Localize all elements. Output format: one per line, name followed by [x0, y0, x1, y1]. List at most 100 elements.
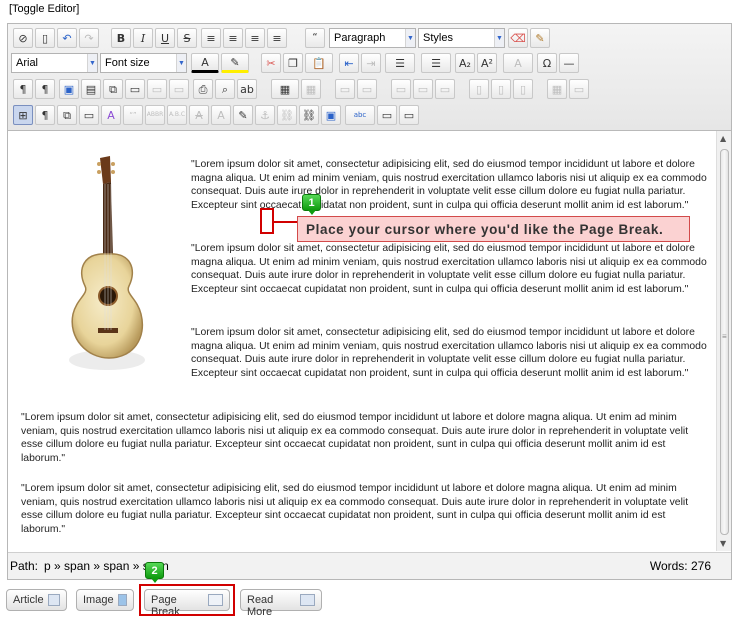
image-insert-icon[interactable]: ▣ — [321, 105, 341, 125]
toggle-editor-link[interactable]: [Toggle Editor] — [9, 3, 79, 15]
insert-row-after-icon[interactable]: ▭ — [413, 79, 433, 99]
delete-row-icon[interactable]: ▭ — [435, 79, 455, 99]
read-more-button[interactable]: Read More — [240, 589, 322, 618]
cite-icon[interactable]: “” — [123, 105, 143, 125]
styles-aa-icon[interactable]: A — [101, 105, 121, 125]
delete-col-icon[interactable]: ▯ — [513, 79, 533, 99]
align-center-icon[interactable]: ≡ — [223, 28, 243, 48]
redo-icon[interactable]: ↷ — [79, 28, 99, 48]
page-break-highlight — [139, 584, 235, 616]
copy-icon[interactable]: ❐ — [283, 53, 303, 73]
scroll-up-icon[interactable]: ▲ — [720, 134, 726, 143]
align-right-icon[interactable]: ≡ — [267, 28, 287, 48]
disabled-style-icon[interactable]: A — [503, 53, 533, 73]
visual-aid-icon[interactable]: ⊞ — [13, 105, 33, 125]
font-size-value: Font size — [105, 57, 150, 69]
rich-text-editor: ⊘ ▯ ↶ ↷ B I U S ≡ ≡ ≡ ≡ “ Paragraph ▼ St… — [7, 23, 732, 580]
cursor-highlight — [260, 208, 274, 234]
italic-button[interactable]: I — [133, 28, 153, 48]
attribs-icon[interactable]: ✎ — [233, 105, 253, 125]
fullscreen-icon[interactable]: ▣ — [59, 79, 79, 99]
anchor-icon[interactable]: ⚓ — [255, 105, 275, 125]
format-select[interactable]: Paragraph ▼ — [329, 28, 416, 48]
highlight-color-icon[interactable]: ✎ — [221, 53, 249, 73]
subscript-button[interactable]: A₂ — [455, 53, 475, 73]
scroll-thumb[interactable]: ≡ — [720, 149, 729, 535]
new-document-icon[interactable]: ⊘ — [13, 28, 33, 48]
guitar-icon — [69, 156, 145, 370]
eraser-icon[interactable]: ⌫ — [508, 28, 528, 48]
article-button-label: Article — [13, 594, 44, 606]
bold-button[interactable]: B — [111, 28, 131, 48]
template-icon[interactable]: ⧉ — [103, 79, 123, 99]
read-more-toolbar-icon[interactable]: ▭ — [399, 105, 419, 125]
row-props-icon[interactable]: ▭ — [335, 79, 355, 99]
spellcheck-button[interactable]: abc — [345, 105, 375, 125]
absolute-position-icon[interactable]: ▭ — [79, 105, 99, 125]
font-family-select[interactable]: Arial ▼ — [11, 53, 98, 73]
editor-content[interactable]: "Lorem ipsum dolor sit amet, consectetur… — [8, 131, 716, 551]
page-break-toolbar-icon[interactable]: ▭ — [377, 105, 397, 125]
image-button-label: Image — [83, 594, 114, 606]
show-blocks-icon[interactable]: ¶ — [35, 105, 55, 125]
indent-icon[interactable]: ⇥ — [361, 53, 381, 73]
blockquote-button[interactable]: “ — [305, 28, 325, 48]
find-icon[interactable]: ⌕ — [215, 79, 235, 99]
paragraph-3: "Lorem ipsum dolor sit amet, consectetur… — [191, 327, 707, 379]
link-icon[interactable]: ⛓ — [299, 105, 319, 125]
del-icon[interactable]: A — [189, 105, 209, 125]
read-more-icon — [300, 594, 315, 606]
table-delete-icon[interactable]: ▦ — [301, 79, 321, 99]
chevron-down-icon: ▼ — [405, 29, 415, 47]
disabled-doc-icon[interactable]: ▭ — [147, 79, 167, 99]
insert-col-after-icon[interactable]: ▯ — [491, 79, 511, 99]
cleanup-brush-icon[interactable]: ✎ — [530, 28, 550, 48]
article-icon — [47, 594, 60, 606]
scroll-down-icon[interactable]: ▼ — [720, 539, 726, 548]
align-left-icon[interactable]: ≡ — [245, 28, 265, 48]
ltr-icon[interactable]: ¶ — [13, 79, 33, 99]
chevron-down-icon: ▼ — [87, 54, 97, 72]
bullet-list-icon[interactable]: ☰ — [421, 53, 451, 73]
rtl-icon[interactable]: ¶ — [35, 79, 55, 99]
numbered-list-icon[interactable]: ☰ — [385, 53, 415, 73]
table-icon[interactable]: ▦ — [271, 79, 299, 99]
read-more-button-label: Read More — [247, 594, 274, 618]
preview-icon[interactable]: ▤ — [81, 79, 101, 99]
content-scrollbar[interactable]: ▲ ≡ ▼ — [716, 131, 731, 551]
text-color-icon[interactable]: A — [191, 53, 219, 73]
image-icon — [117, 594, 127, 606]
disabled-doc2-icon[interactable]: ▭ — [169, 79, 189, 99]
styles-select-value: Styles — [423, 32, 453, 44]
unlink-icon[interactable]: ⛓ — [277, 105, 297, 125]
abbr-icon[interactable]: ABBR — [145, 105, 165, 125]
styles-select[interactable]: Styles ▼ — [418, 28, 505, 48]
paragraph-5: "Lorem ipsum dolor sit amet, consectetur… — [21, 483, 689, 535]
acronym-icon[interactable]: A.B.C — [167, 105, 187, 125]
cell-props-icon[interactable]: ▭ — [357, 79, 377, 99]
image-button[interactable]: Image — [76, 589, 134, 611]
insert-row-before-icon[interactable]: ▭ — [391, 79, 411, 99]
article-button[interactable]: Article — [6, 589, 67, 611]
superscript-button[interactable]: A² — [477, 53, 497, 73]
document-icon[interactable]: ▭ — [125, 79, 145, 99]
cut-icon[interactable]: ✂ — [261, 53, 281, 73]
ins-icon[interactable]: A — [211, 105, 231, 125]
insert-layer-icon[interactable]: ⧉ — [57, 105, 77, 125]
horizontal-rule-icon[interactable]: — — [559, 53, 579, 73]
font-size-select[interactable]: Font size ▼ — [100, 53, 187, 73]
replace-icon[interactable]: ab — [237, 79, 257, 99]
split-cells-icon[interactable]: ▦ — [547, 79, 567, 99]
strikethrough-button[interactable]: S — [177, 28, 197, 48]
underline-button[interactable]: U — [155, 28, 175, 48]
print-icon[interactable]: ⎙ — [193, 79, 213, 99]
insert-col-before-icon[interactable]: ▯ — [469, 79, 489, 99]
merge-cells-icon[interactable]: ▭ — [569, 79, 589, 99]
special-char-button[interactable]: Ω — [537, 53, 557, 73]
undo-icon[interactable]: ↶ — [57, 28, 77, 48]
blank-page-icon[interactable]: ▯ — [35, 28, 55, 48]
outdent-icon[interactable]: ⇤ — [339, 53, 359, 73]
paste-icon[interactable]: 📋 — [305, 53, 333, 73]
align-justify-icon[interactable]: ≡ — [201, 28, 221, 48]
step2-badge: 2 — [145, 562, 164, 583]
